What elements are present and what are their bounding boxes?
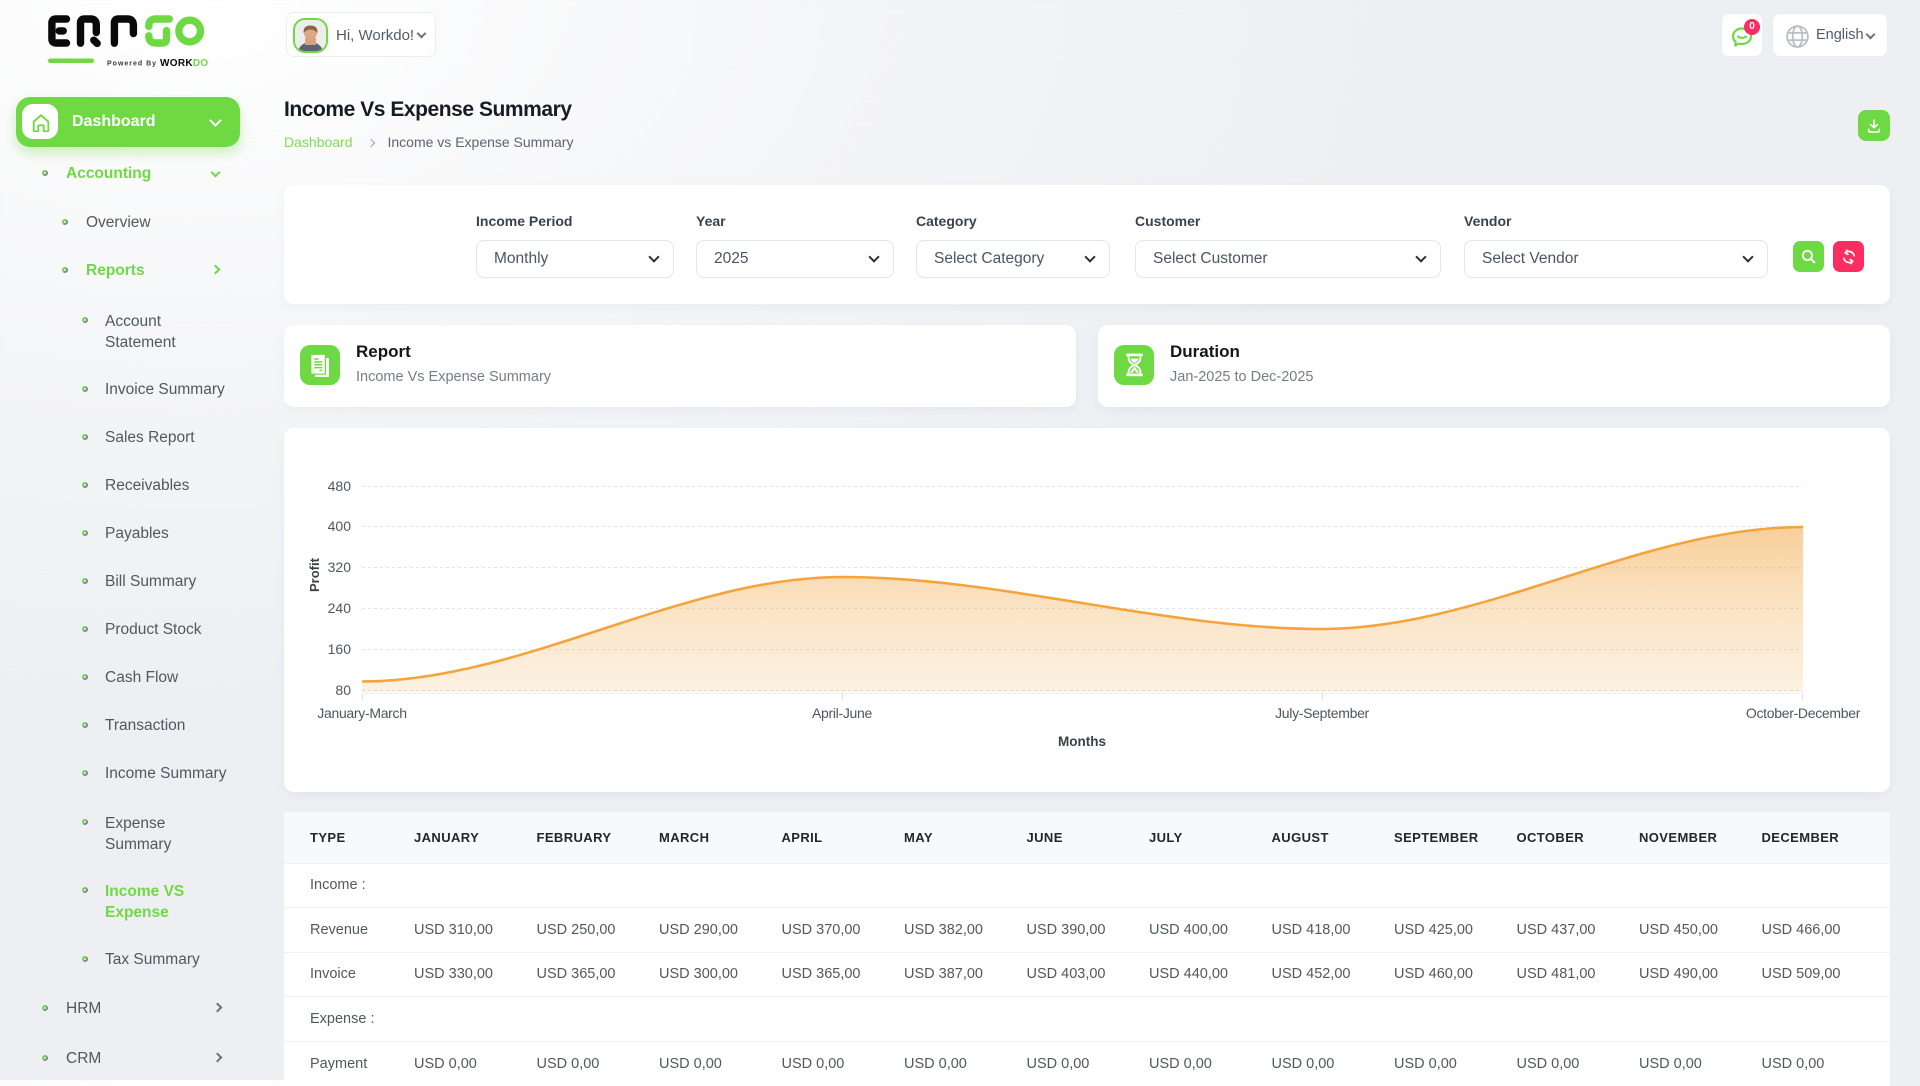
svg-text:160: 160 <box>328 641 352 657</box>
svg-text:80: 80 <box>335 682 351 698</box>
svg-text:Profit: Profit <box>307 557 322 592</box>
svg-text:October-December: October-December <box>1746 705 1861 721</box>
svg-text:320: 320 <box>328 559 352 575</box>
svg-text:April-June: April-June <box>812 705 873 721</box>
svg-text:Powered By: Powered By <box>107 61 157 68</box>
svg-text:480: 480 <box>328 478 352 494</box>
svg-text:WORKDO: WORKDO <box>160 58 208 68</box>
svg-text:400: 400 <box>328 518 352 534</box>
svg-text:Months: Months <box>1058 734 1106 749</box>
svg-text:July-September: July-September <box>1275 705 1369 721</box>
svg-text:240: 240 <box>328 600 352 616</box>
svg-text:January-March: January-March <box>317 705 406 721</box>
